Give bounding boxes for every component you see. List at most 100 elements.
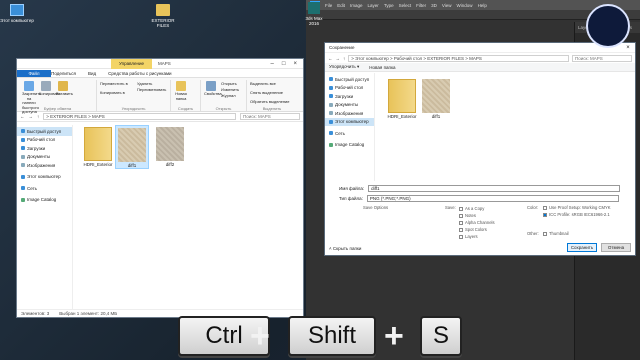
back-icon[interactable]: ←	[20, 114, 25, 119]
paste-icon	[58, 81, 68, 91]
folder-icon	[84, 127, 112, 161]
option-spot[interactable]: Spot Colors	[459, 226, 495, 233]
ribbon-tabs: Файл Главная Поделиться Вид Средства раб…	[17, 69, 303, 78]
option-thumbnail[interactable]: Thumbnail	[543, 231, 569, 236]
file-item[interactable]: HDRI_Exterior	[385, 79, 419, 119]
menu-3d[interactable]: 3D	[431, 3, 437, 8]
address-bar: ← → ↑ > Этот компьютер > Рабочий стол > EX…	[325, 53, 635, 63]
nav-this-pc[interactable]: Этот компьютер	[17, 173, 72, 182]
up-icon[interactable]: ↑	[343, 56, 345, 61]
key-shift: Shift	[288, 316, 376, 356]
option-proof[interactable]: Use Proof Setup: Working CMYK	[543, 205, 613, 210]
manage-tab[interactable]: Управление	[111, 58, 153, 69]
photoshop-menubar: Ps File Edit Image Layer Type Select Fil…	[306, 0, 640, 10]
menu-layer[interactable]: Layer	[368, 3, 379, 8]
nav-network[interactable]: Сеть	[17, 184, 72, 193]
file-item[interactable]: diff1	[115, 125, 149, 169]
file-item[interactable]: diff1	[419, 79, 453, 119]
minimize-icon[interactable]: –	[271, 61, 274, 67]
save-button[interactable]: Сохранить	[567, 243, 597, 252]
nav-quick-access[interactable]: Быстрый доступ	[325, 75, 374, 84]
menu-filter[interactable]: Filter	[416, 3, 426, 8]
option-notes[interactable]: Notes	[459, 212, 495, 219]
select-all-button[interactable]: Выделить все	[250, 81, 294, 87]
invert-selection-button[interactable]: Обратить выделение	[250, 99, 294, 105]
close-icon[interactable]: ×	[293, 61, 297, 67]
menu-help[interactable]: Help	[478, 3, 487, 8]
nav-network[interactable]: Сеть	[325, 129, 374, 138]
key-s: S	[420, 316, 462, 356]
filetype-label: Тип файла:	[339, 196, 363, 201]
file-item[interactable]: HDRI_Exterior	[81, 127, 115, 167]
hide-folders-button[interactable]: ˄ Скрыть папки	[329, 246, 361, 251]
desktop-icon-3dsmax[interactable]: 3ds Max 2016	[302, 2, 326, 26]
file-item[interactable]: diff2	[153, 127, 187, 167]
maximize-icon[interactable]: □	[282, 61, 286, 67]
nav-downloads[interactable]: Загрузки	[325, 92, 374, 101]
folder-icon	[156, 4, 170, 16]
forward-icon[interactable]: →	[336, 56, 341, 61]
option-icc[interactable]: ICC Profile: sRGB IEC61966-2.1	[543, 212, 613, 217]
new-folder-button[interactable]: Новая папка	[369, 65, 395, 70]
channel-logo-icon	[586, 4, 630, 48]
pin-icon	[24, 81, 34, 91]
nav-documents[interactable]: Документы	[17, 153, 72, 162]
tab-picture-tools[interactable]: Средства работы с рисунками	[103, 70, 176, 77]
nav-desktop[interactable]: Рабочий стол	[325, 84, 374, 93]
filename-input[interactable]: diff1	[368, 185, 621, 192]
desktop-icon-this-pc[interactable]: Этот компьютер	[0, 4, 34, 23]
option-as-copy[interactable]: As a Copy	[459, 205, 495, 212]
history-button[interactable]: Журнал	[221, 93, 239, 99]
search-input[interactable]: Поиск: MAPS	[240, 113, 300, 120]
nav-image-catalog[interactable]: Image Catalog	[17, 196, 72, 205]
menu-type[interactable]: Type	[384, 3, 394, 8]
path-field[interactable]: > Этот компьютер > Рабочий стол > EXTERI…	[348, 54, 569, 62]
menu-select[interactable]: Select	[399, 3, 412, 8]
nav-this-pc[interactable]: Этот компьютер	[325, 117, 374, 126]
tab-file[interactable]: Файл	[17, 69, 51, 77]
ribbon: Закрепить на панели быстрого доступа Коп…	[17, 78, 303, 114]
clipboard-group: Закрепить на панели быстрого доступа Коп…	[19, 80, 97, 114]
image-thumbnail	[422, 79, 450, 113]
desktop-icon-label: Этот компьютер	[0, 18, 34, 23]
checkbox-icon	[459, 234, 463, 239]
group-label: Создать	[177, 106, 194, 111]
menu-image[interactable]: Image	[350, 3, 363, 8]
item-count: Элементов: 3	[21, 311, 50, 316]
option-alpha[interactable]: Alpha Channels	[459, 219, 495, 226]
nav-downloads[interactable]: Загрузки	[17, 144, 72, 153]
up-icon[interactable]: ↑	[37, 114, 39, 119]
path-field[interactable]: > EXTERIOR FILES > MAPS	[43, 113, 236, 120]
nav-desktop[interactable]: Рабочий стол	[17, 136, 72, 145]
menu-view[interactable]: View	[442, 3, 452, 8]
nav-image-catalog[interactable]: Image Catalog	[325, 141, 374, 150]
document-icon	[21, 154, 25, 159]
selection-info: Выбран 1 элемент: 20,4 МБ	[59, 311, 118, 316]
filetype-select[interactable]: PNG (*.PNG;*.PNG)	[366, 195, 619, 202]
cancel-button[interactable]: Отмена	[601, 243, 631, 252]
nav-documents[interactable]: Документы	[325, 101, 374, 110]
rename-button[interactable]: Переименовать	[137, 87, 166, 93]
nav-pictures[interactable]: Изображения	[325, 109, 374, 118]
group-label: Буфер обмена	[43, 106, 72, 111]
open-group: Свойства Открыть Изменить Журнал Открыть	[201, 80, 247, 111]
menu-window[interactable]: Window	[457, 3, 473, 8]
desktop-icon-exterior-files[interactable]: EXTERIOR FILES	[146, 4, 180, 28]
back-icon[interactable]: ←	[328, 56, 333, 61]
organize-button[interactable]: Упорядочить ▾	[329, 64, 359, 70]
search-input[interactable]: Поиск: MAPS	[572, 54, 632, 62]
checkbox-icon	[459, 227, 463, 232]
select-none-button[interactable]: Снять выделение	[250, 90, 294, 96]
nav-pictures[interactable]: Изображения	[17, 161, 72, 170]
menu-edit[interactable]: Edit	[337, 3, 345, 8]
group-label: Упорядочить	[121, 106, 146, 111]
tab-share[interactable]: Поделиться	[46, 70, 81, 77]
forward-icon[interactable]: →	[29, 114, 34, 119]
option-layers[interactable]: Layers	[459, 233, 495, 240]
nav-quick-access[interactable]: Быстрый доступ	[17, 127, 72, 136]
checkbox-icon	[459, 213, 463, 218]
tab-view[interactable]: Вид	[83, 70, 101, 77]
menu-file[interactable]: File	[325, 3, 332, 8]
close-icon[interactable]: ×	[621, 43, 635, 53]
computer-icon	[329, 119, 333, 124]
